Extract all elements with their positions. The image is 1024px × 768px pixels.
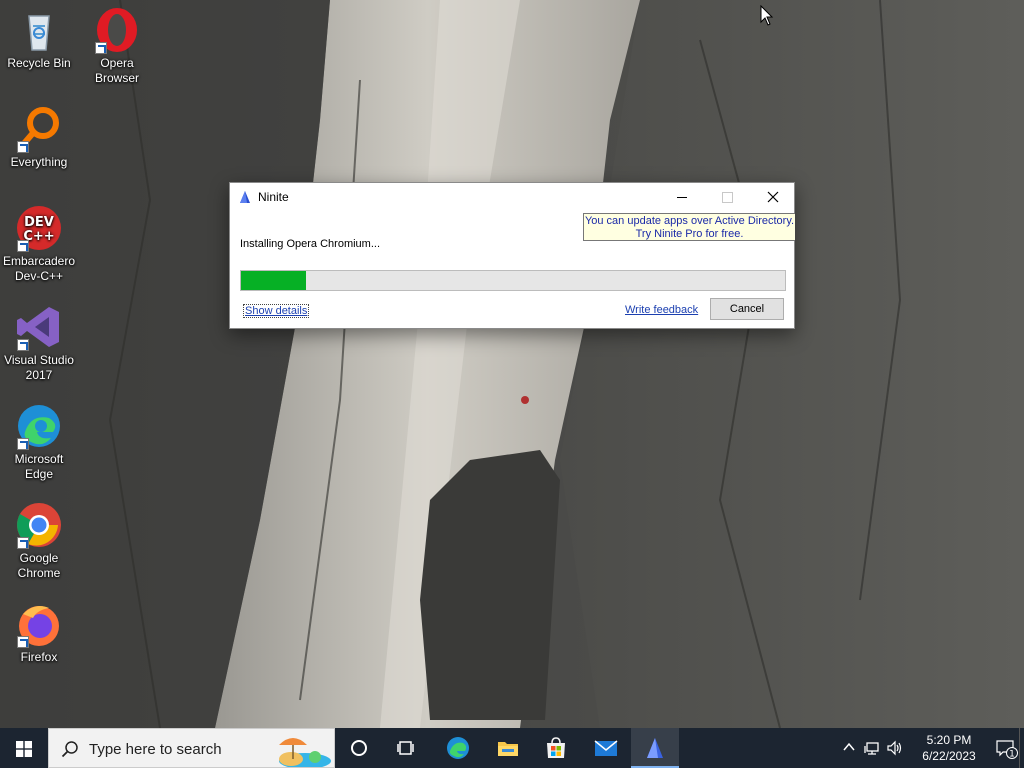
desktop-icon-visual-studio[interactable]: Visual Studio 2017: [1, 303, 77, 383]
shortcut-arrow-icon: [17, 438, 29, 450]
cancel-button[interactable]: Cancel: [710, 298, 784, 320]
desktop-icon-label: Firefox: [20, 650, 58, 664]
desktop-icon-edge[interactable]: Microsoft Edge: [1, 402, 77, 482]
task-view-button[interactable]: [383, 728, 431, 768]
promo-line-1: You can update apps over Active Director…: [584, 215, 795, 227]
devcpp-icon: DEV C++: [15, 204, 63, 252]
desktop-icon-everything[interactable]: Everything: [1, 105, 77, 170]
show-details-link[interactable]: Show details: [243, 304, 310, 318]
desktop-icon-label: Recycle Bin: [7, 56, 71, 70]
visual-studio-icon: [15, 303, 63, 351]
search-highlight-icon[interactable]: [271, 731, 333, 767]
desktop-icon-opera[interactable]: Opera Browser: [79, 6, 155, 86]
cortana-button[interactable]: [335, 728, 383, 768]
recycle-bin-icon: [15, 6, 63, 54]
system-tray: 5:20 PM 6/22/2023 1: [834, 728, 1024, 768]
taskbar: Type here to search 5:20 PM 6/22/2023 1: [0, 728, 1024, 768]
desktop-icon-label: Google Chrome: [17, 551, 61, 580]
firefox-icon: [15, 600, 63, 648]
promo-line-2: Try Ninite Pro for free.: [635, 228, 744, 240]
ninite-installer-window: Ninite You can update apps over Active D…: [229, 182, 795, 329]
cortana-icon: [351, 740, 367, 756]
ninite-icon: [240, 191, 250, 203]
taskbar-edge[interactable]: [434, 728, 482, 768]
window-titlebar[interactable]: Ninite: [230, 183, 794, 212]
desktop-icon-chrome[interactable]: Google Chrome: [1, 501, 77, 581]
maximize-button: [704, 183, 750, 212]
notification-count: 1: [1009, 750, 1015, 760]
mouse-pointer-icon: [760, 4, 774, 27]
desktop-icon-devcpp[interactable]: DEV C++ Embarcadero Dev-C++: [1, 204, 77, 284]
mail-icon: [594, 740, 618, 756]
desktop-wallpaper: [0, 0, 1024, 728]
taskbar-mail[interactable]: [582, 728, 630, 768]
store-icon: [547, 737, 565, 758]
search-icon: [61, 741, 78, 758]
write-feedback-link[interactable]: Write feedback: [625, 304, 698, 316]
minimize-button[interactable]: [659, 183, 705, 212]
taskbar-search-box[interactable]: Type here to search: [48, 728, 335, 768]
edge-icon: [15, 402, 63, 450]
everything-search-icon: [15, 105, 63, 153]
volume-icon[interactable]: [886, 740, 904, 756]
taskbar-store[interactable]: [532, 728, 580, 768]
notification-icon: 1: [996, 740, 1018, 760]
close-button[interactable]: [750, 183, 796, 212]
desktop-icon-label: Microsoft Edge: [14, 452, 64, 481]
desktop-icon-label: Visual Studio 2017: [4, 353, 74, 382]
window-title: Ninite: [258, 190, 289, 204]
desktop-icon-label: Everything: [10, 155, 68, 169]
windows-logo-icon: [16, 741, 32, 757]
shortcut-arrow-icon: [95, 42, 107, 54]
task-view-icon: [397, 741, 414, 755]
edge-icon: [447, 737, 469, 759]
file-explorer-icon: [498, 742, 518, 756]
shortcut-arrow-icon: [17, 636, 29, 648]
desktop-icon-recycle-bin[interactable]: Recycle Bin: [1, 6, 77, 71]
close-icon: [767, 191, 779, 203]
shortcut-arrow-icon: [17, 240, 29, 252]
chevron-up-icon[interactable]: [842, 740, 856, 754]
install-status-text: Installing Opera Chromium...: [240, 238, 380, 250]
start-button[interactable]: [0, 728, 48, 768]
opera-icon: [93, 6, 141, 54]
network-icon[interactable]: [864, 740, 880, 756]
desktop-icon-firefox[interactable]: Firefox: [1, 600, 77, 665]
shortcut-arrow-icon: [17, 537, 29, 549]
show-desktop-button[interactable]: [1019, 728, 1024, 768]
shortcut-arrow-icon: [17, 141, 29, 153]
taskbar-ninite[interactable]: [631, 728, 679, 768]
search-placeholder: Type here to search: [89, 741, 222, 758]
action-center-button[interactable]: 1: [996, 739, 1018, 762]
clock-date: 6/22/2023: [922, 749, 976, 763]
ninite-pro-promo-link[interactable]: You can update apps over Active Director…: [583, 213, 795, 241]
install-progress-bar: [240, 270, 786, 291]
desktop-icon-label: Opera Browser: [94, 56, 139, 85]
ninite-icon: [647, 738, 663, 758]
taskbar-clock[interactable]: 5:20 PM 6/22/2023: [914, 732, 984, 764]
progress-fill: [241, 271, 307, 290]
svg-text:DEV: DEV: [24, 215, 54, 230]
taskbar-file-explorer[interactable]: [484, 728, 532, 768]
desktop-icon-label: Embarcadero Dev-C++: [2, 254, 76, 283]
clock-time: 5:20 PM: [926, 733, 972, 747]
shortcut-arrow-icon: [17, 339, 29, 351]
chrome-icon: [15, 501, 63, 549]
